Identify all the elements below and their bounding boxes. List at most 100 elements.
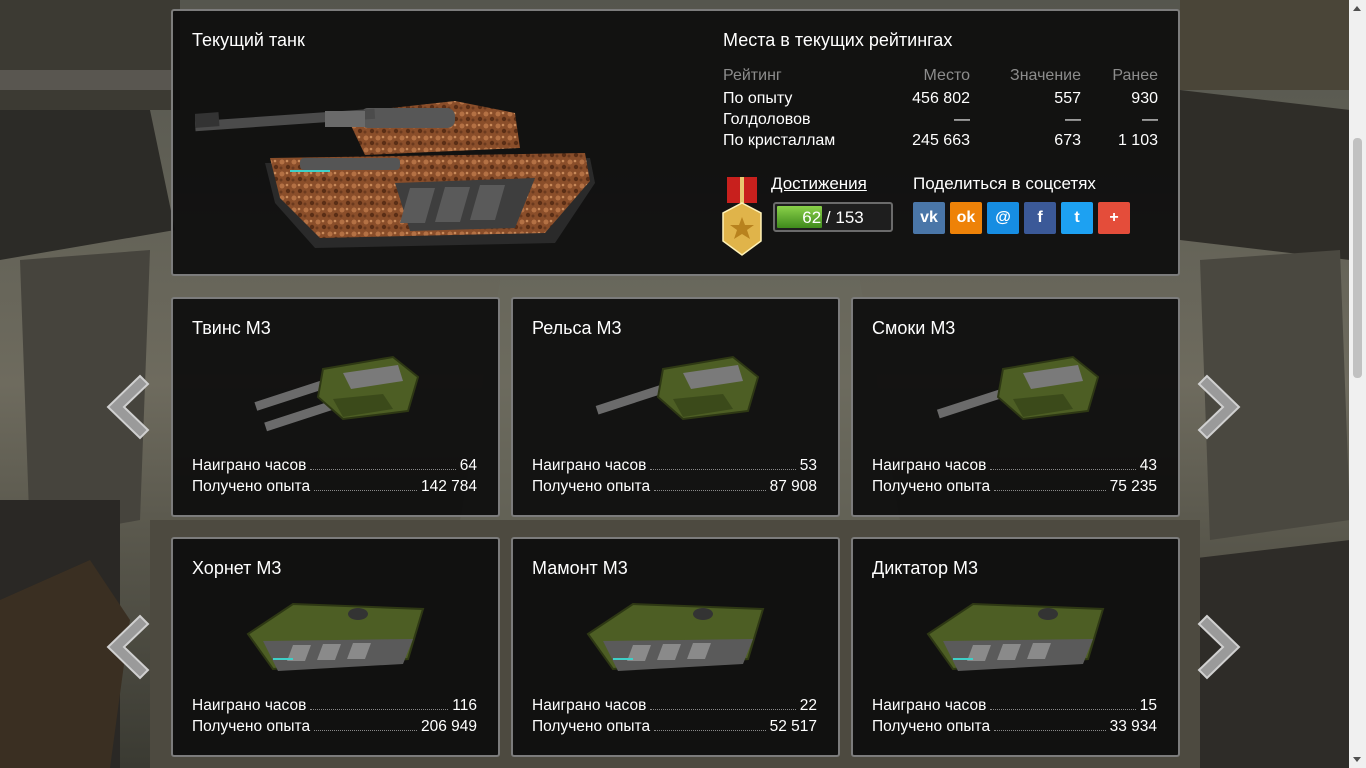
dotted-leader [654, 730, 766, 731]
next-arrow-bottom[interactable] [1197, 614, 1247, 680]
hours-played-row: Наиграно часов 64 [192, 457, 477, 475]
twitter-icon[interactable]: t [1061, 202, 1093, 234]
rating-value: — [1065, 110, 1081, 128]
vk-icon[interactable]: vk [913, 202, 945, 234]
achievements-progress-bar: 62 / 153 [773, 202, 893, 232]
ratings-title: Места в текущих рейтингах [723, 30, 953, 50]
equipment-card[interactable]: Хорнет M3 Наиграно часов 116 Получено опыта… [171, 537, 500, 757]
equipment-card[interactable]: Рельса M3 Наиграно часов 53 Получено опыта 8… [511, 297, 840, 517]
card-title: Рельса M3 [532, 318, 622, 338]
equipment-card[interactable]: Смоки M3 Наиграно часов 43 Получено опыта 75… [851, 297, 1180, 517]
next-arrow-top[interactable] [1197, 374, 1247, 440]
hours-played-row: Наиграно часов 22 [532, 697, 817, 715]
turret-image [936, 355, 1100, 421]
hours-played-value: 22 [799, 697, 817, 714]
prev-arrow-top[interactable] [100, 374, 150, 440]
odnoklassniki-icon[interactable]: ok [950, 202, 982, 234]
hours-played-label: Наиграно часов [872, 697, 987, 714]
scroll-thumb[interactable] [1353, 138, 1362, 378]
rating-value: 557 [1054, 89, 1081, 107]
hours-played-value: 116 [452, 697, 477, 714]
mail-icon[interactable]: @ [987, 202, 1019, 234]
facebook-icon-glyph: f [1037, 209, 1043, 226]
rating-value: 673 [1054, 131, 1081, 149]
card-title: Диктатор M3 [872, 558, 979, 578]
prev-arrow-bottom[interactable] [100, 614, 150, 680]
ratings-row: Голдоловов — — — [723, 109, 1158, 130]
xp-earned-label: Получено опыта [872, 718, 991, 735]
hull-image [246, 602, 425, 671]
current-tank-panel: Текущий танк Места в текущих рейтингах Р… [171, 9, 1180, 276]
xp-earned-value: 75 235 [1109, 478, 1157, 495]
odnoklassniki-icon-glyph: ok [956, 209, 976, 226]
xp-earned-row: Получено опыта 206 949 [192, 718, 477, 736]
medal-icon [722, 177, 762, 256]
current-tank-image [195, 101, 595, 248]
ratings-header-value: Значение [1010, 67, 1081, 84]
ratings-header-rating: Рейтинг [723, 67, 782, 84]
ratings-header-row: Рейтинг Место Значение Ранее [723, 64, 1158, 88]
dotted-leader [310, 469, 456, 470]
dotted-leader [994, 490, 1106, 491]
card-title: Смоки M3 [872, 318, 956, 338]
rating-place: 456 802 [912, 89, 970, 107]
xp-earned-label: Получено опыта [532, 718, 651, 735]
turret-image [254, 355, 420, 432]
hours-played-value: 64 [459, 457, 477, 474]
xp-earned-label: Получено опыта [192, 718, 311, 735]
xp-earned-value: 206 949 [420, 718, 477, 735]
dotted-leader [650, 709, 796, 710]
dotted-leader [990, 469, 1136, 470]
page-scrollbar[interactable] [1349, 0, 1366, 768]
xp-earned-value: 33 934 [1109, 718, 1157, 735]
scroll-down-icon[interactable] [1353, 757, 1361, 762]
ratings-header-previous: Ранее [1112, 67, 1158, 84]
hours-played-label: Наиграно часов [532, 697, 647, 714]
dotted-leader [990, 709, 1136, 710]
hours-played-label: Наиграно часов [192, 697, 307, 714]
ratings-table: Рейтинг Место Значение Ранее По опыту 45… [723, 64, 1158, 151]
ratings-row: По опыту 456 802 557 930 [723, 88, 1158, 109]
xp-earned-value: 52 517 [769, 718, 817, 735]
achievements-separator: / [825, 208, 831, 227]
facebook-icon[interactable]: f [1024, 202, 1056, 234]
dotted-leader [314, 730, 417, 731]
turret-image [595, 355, 760, 421]
equipment-card[interactable]: Диктатор M3 Наиграно часов 15 Получено опыт… [851, 537, 1180, 757]
dotted-leader [650, 469, 796, 470]
hours-played-row: Наиграно часов 43 [872, 457, 1157, 475]
dotted-leader [314, 490, 417, 491]
mail-icon-glyph: @ [995, 209, 1011, 226]
hours-played-row: Наиграно часов 53 [532, 457, 817, 475]
share-title: Поделиться в соцсетях [913, 174, 1096, 193]
hours-played-value: 43 [1139, 457, 1157, 474]
xp-earned-row: Получено опыта 75 235 [872, 478, 1157, 496]
ratings-row: По кристаллам 245 663 673 1 103 [723, 130, 1158, 151]
rating-name: По опыту [723, 89, 793, 107]
xp-earned-row: Получено опыта 87 908 [532, 478, 817, 496]
dotted-leader [310, 709, 449, 710]
achievements-progress-text: 62 / 153 [775, 208, 891, 228]
rating-name: По кристаллам [723, 131, 836, 149]
rating-place: — [954, 110, 970, 128]
scroll-up-icon[interactable] [1353, 6, 1361, 11]
xp-earned-label: Получено опыта [192, 478, 311, 495]
achievements-link[interactable]: Достижения [771, 174, 867, 194]
rating-previous: 930 [1131, 89, 1158, 107]
card-title: Твинс M3 [192, 318, 271, 338]
xp-earned-label: Получено опыта [872, 478, 991, 495]
achievements-earned: 62 [802, 208, 822, 227]
xp-earned-row: Получено опыта 33 934 [872, 718, 1157, 736]
equipment-card[interactable]: Твинс M3 Наиграно часов 64 Получено опыта 14… [171, 297, 500, 517]
twitter-icon-glyph: t [1074, 209, 1080, 226]
hull-image [586, 602, 765, 671]
hours-played-label: Наиграно часов [192, 457, 307, 474]
rating-place: 245 663 [912, 131, 970, 149]
xp-earned-row: Получено опыта 142 784 [192, 478, 477, 496]
hours-played-value: 15 [1139, 697, 1157, 714]
rating-previous: 1 103 [1117, 131, 1158, 149]
xp-earned-value: 142 784 [420, 478, 477, 495]
more-share-icon[interactable]: + [1098, 202, 1130, 234]
achievements-total: 153 [835, 208, 864, 227]
equipment-card[interactable]: Мамонт M3 Наиграно часов 22 Получено опыта 5… [511, 537, 840, 757]
